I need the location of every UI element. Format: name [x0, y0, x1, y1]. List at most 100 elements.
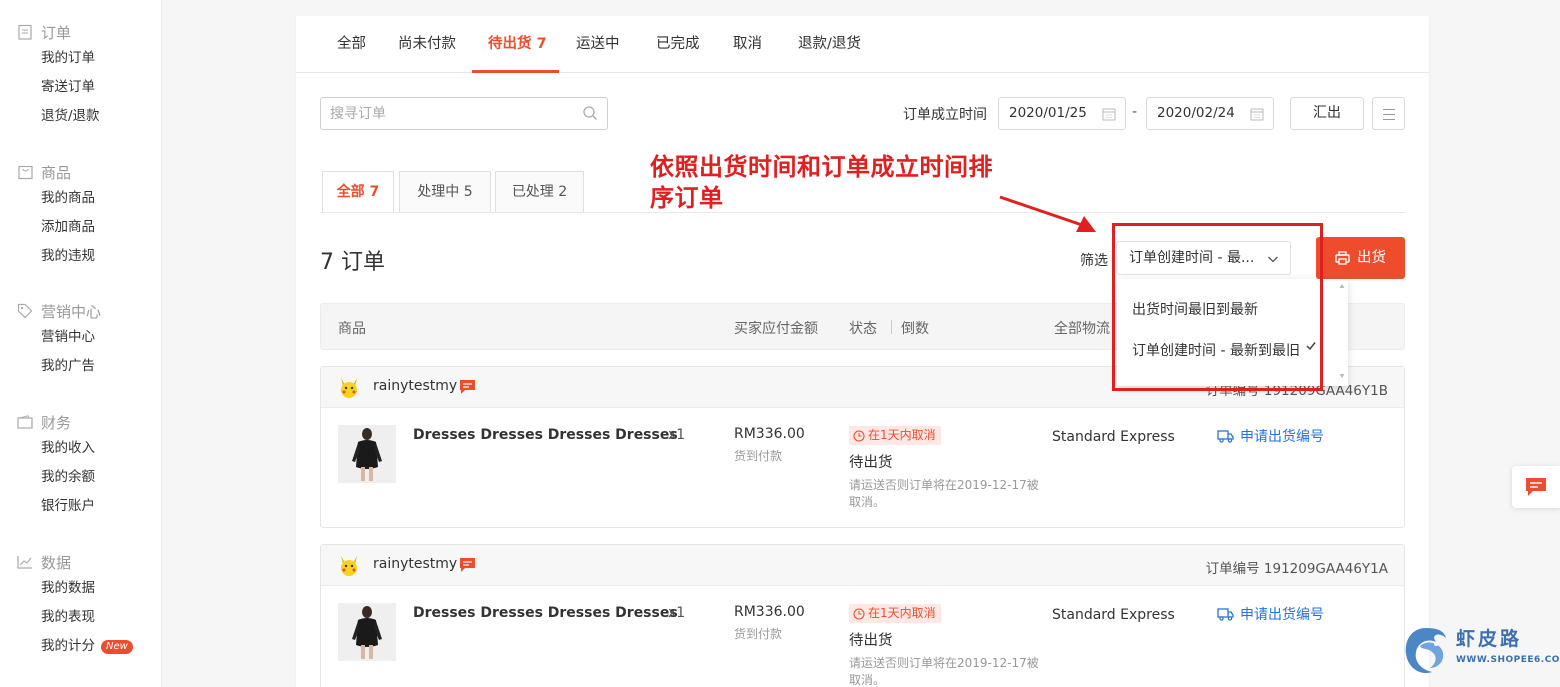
sidebar-group-marketing: 营销中心 营销中心 我的广告: [16, 299, 101, 381]
bag-icon: [16, 163, 34, 181]
th-logistics: 全部物流: [1054, 321, 1110, 337]
watermark-url: WWW.SHOPEE6.COM: [1456, 655, 1560, 665]
tab-refund[interactable]: 退款/退货: [798, 16, 861, 73]
export-button[interactable]: 汇出: [1290, 97, 1364, 130]
tab-unpaid[interactable]: 尚未付款: [398, 16, 456, 73]
apply-tracking-link[interactable]: 申请出货编号: [1217, 604, 1324, 624]
sidebar-item-shipping-orders[interactable]: 寄送订单: [16, 73, 100, 102]
buyer-name[interactable]: rainytestmy: [373, 378, 457, 394]
sidebar-item-balance[interactable]: 我的余额: [16, 463, 95, 492]
truck-icon: [1217, 430, 1234, 443]
tab-all[interactable]: 全部: [337, 16, 366, 73]
subtab-processed[interactable]: 已处理 2: [495, 171, 584, 213]
filter-label: 筛选: [1080, 253, 1108, 269]
sidebar-item-performance[interactable]: 我的表现: [16, 603, 133, 632]
sidebar-item-bank-account[interactable]: 银行账户: [16, 492, 95, 521]
scrollbar[interactable]: [1339, 283, 1345, 379]
sidebar-group-title: 商品: [41, 163, 72, 182]
header-divider: [891, 320, 892, 334]
menu-icon[interactable]: [1372, 97, 1405, 130]
subtab-all[interactable]: 全部 7: [322, 171, 394, 213]
sidebar-item-my-data[interactable]: 我的数据: [16, 574, 133, 603]
end-date-picker[interactable]: 2020/02/24: [1146, 97, 1274, 130]
watermark-title: 虾皮路: [1456, 628, 1523, 650]
ship-button[interactable]: 出货: [1316, 237, 1405, 279]
cancel-note: 请运送否则订单将在2019-12-17被取消。: [849, 656, 1039, 687]
sidebar-item-income[interactable]: 我的收入: [16, 434, 95, 463]
start-date-picker[interactable]: 2020/01/25: [998, 97, 1126, 130]
annotation-arrow-icon: [999, 195, 1096, 232]
end-date-value: 2020/02/24: [1157, 105, 1235, 121]
sidebar-item-score[interactable]: 我的计分 New: [16, 632, 133, 661]
payment-method: 货到付款: [734, 449, 783, 463]
payment-method: 货到付款: [734, 627, 783, 641]
sidebar-item-add-product[interactable]: 添加商品: [16, 213, 95, 242]
date-separator: -: [1132, 104, 1138, 120]
sidebar-item-returns[interactable]: 退货/退款: [16, 102, 100, 131]
cancel-note: 请运送否则订单将在2019-12-17被取消。: [849, 478, 1039, 509]
product-thumbnail[interactable]: [338, 425, 396, 483]
order-card: rainytestmy 订单编号 191209GAA46Y1A Dresses …: [320, 544, 1405, 687]
order-price: RM336.00: [734, 604, 805, 620]
search-icon[interactable]: [582, 105, 598, 121]
annotation-highlight-box: [1112, 223, 1323, 391]
chat-icon[interactable]: [459, 379, 476, 395]
sidebar-group-finance: 财务 我的收入 我的余额 银行账户: [16, 410, 95, 521]
sidebar-group-title: 订单: [41, 23, 72, 42]
chart-icon: [16, 553, 34, 571]
sidebar-item-label: 我的计分: [41, 638, 95, 654]
clock-icon: [853, 429, 865, 442]
product-thumbnail[interactable]: [338, 603, 396, 661]
watermark: 虾皮路 WWW.SHOPEE6.COM: [1400, 622, 1560, 682]
sidebar-group-title: 数据: [41, 553, 72, 572]
sidebar-group-products: 商品 我的商品 添加商品 我的违规: [16, 160, 95, 271]
th-amount: 买家应付金额: [734, 321, 818, 337]
wallet-icon: [16, 413, 34, 431]
subtab-processing[interactable]: 处理中 5: [399, 171, 491, 213]
th-countdown: 倒数: [901, 321, 929, 337]
dragon-logo-icon: [1405, 628, 1446, 674]
sidebar-item-my-products[interactable]: 我的商品: [16, 184, 95, 213]
orders-count-title: 7 订单: [320, 250, 385, 275]
order-price: RM336.00: [734, 426, 805, 442]
tab-completed[interactable]: 已完成: [656, 16, 700, 73]
truck-icon: [1217, 608, 1234, 621]
sidebar: 订单 我的订单 寄送订单 退货/退款 商品 我的商品 添加商品 我的违规 营销中…: [0, 0, 162, 687]
sidebar-group-orders: 订单 我的订单 寄送订单 退货/退款: [16, 20, 100, 131]
logistics-channel: Standard Express: [1052, 607, 1175, 623]
product-quantity: x1: [668, 605, 686, 621]
order-status-tabs: 全部 尚未付款 待出货 7 运送中 已完成 取消 退款/退货: [296, 16, 1429, 73]
order-status: 待出货: [849, 455, 893, 471]
sidebar-group-title: 财务: [41, 413, 72, 432]
avatar: [341, 378, 357, 398]
annotation-text: 依照出货时间和订单成立时间排序订单: [650, 153, 993, 212]
order-status: 待出货: [849, 633, 893, 649]
sidebar-item-marketing-center[interactable]: 营销中心: [16, 323, 101, 352]
logistics-channel: Standard Express: [1052, 429, 1175, 445]
buyer-name[interactable]: rainytestmy: [373, 556, 457, 572]
start-date-value: 2020/01/25: [1009, 105, 1087, 121]
th-product: 商品: [338, 321, 366, 337]
product-quantity: x1: [668, 427, 686, 443]
product-name[interactable]: Dresses Dresses Dresses Dresses: [413, 605, 678, 621]
cancel-countdown-badge: 在1天内取消: [849, 604, 941, 623]
product-name[interactable]: Dresses Dresses Dresses Dresses: [413, 427, 678, 443]
apply-tracking-link[interactable]: 申请出货编号: [1217, 426, 1324, 446]
order-header: rainytestmy 订单编号 191209GAA46Y1A: [321, 545, 1404, 586]
calendar-icon: [1250, 108, 1264, 121]
chat-icon[interactable]: [459, 557, 476, 573]
sidebar-item-violations[interactable]: 我的违规: [16, 242, 95, 271]
tab-shipping[interactable]: 运送中: [576, 16, 620, 73]
sidebar-item-my-orders[interactable]: 我的订单: [16, 44, 100, 73]
search-input[interactable]: [320, 97, 608, 130]
ship-button-label: 出货: [1357, 250, 1386, 266]
new-badge: New: [101, 639, 133, 654]
tag-icon: [16, 302, 34, 320]
sidebar-group-title: 营销中心: [41, 302, 102, 321]
floating-chat-button[interactable]: [1512, 466, 1560, 508]
th-status: 状态: [849, 321, 877, 337]
tab-to-ship[interactable]: 待出货 7: [488, 16, 547, 73]
tab-cancelled[interactable]: 取消: [733, 16, 762, 73]
sidebar-item-my-ads[interactable]: 我的广告: [16, 352, 101, 381]
clipboard-icon: [16, 23, 34, 41]
